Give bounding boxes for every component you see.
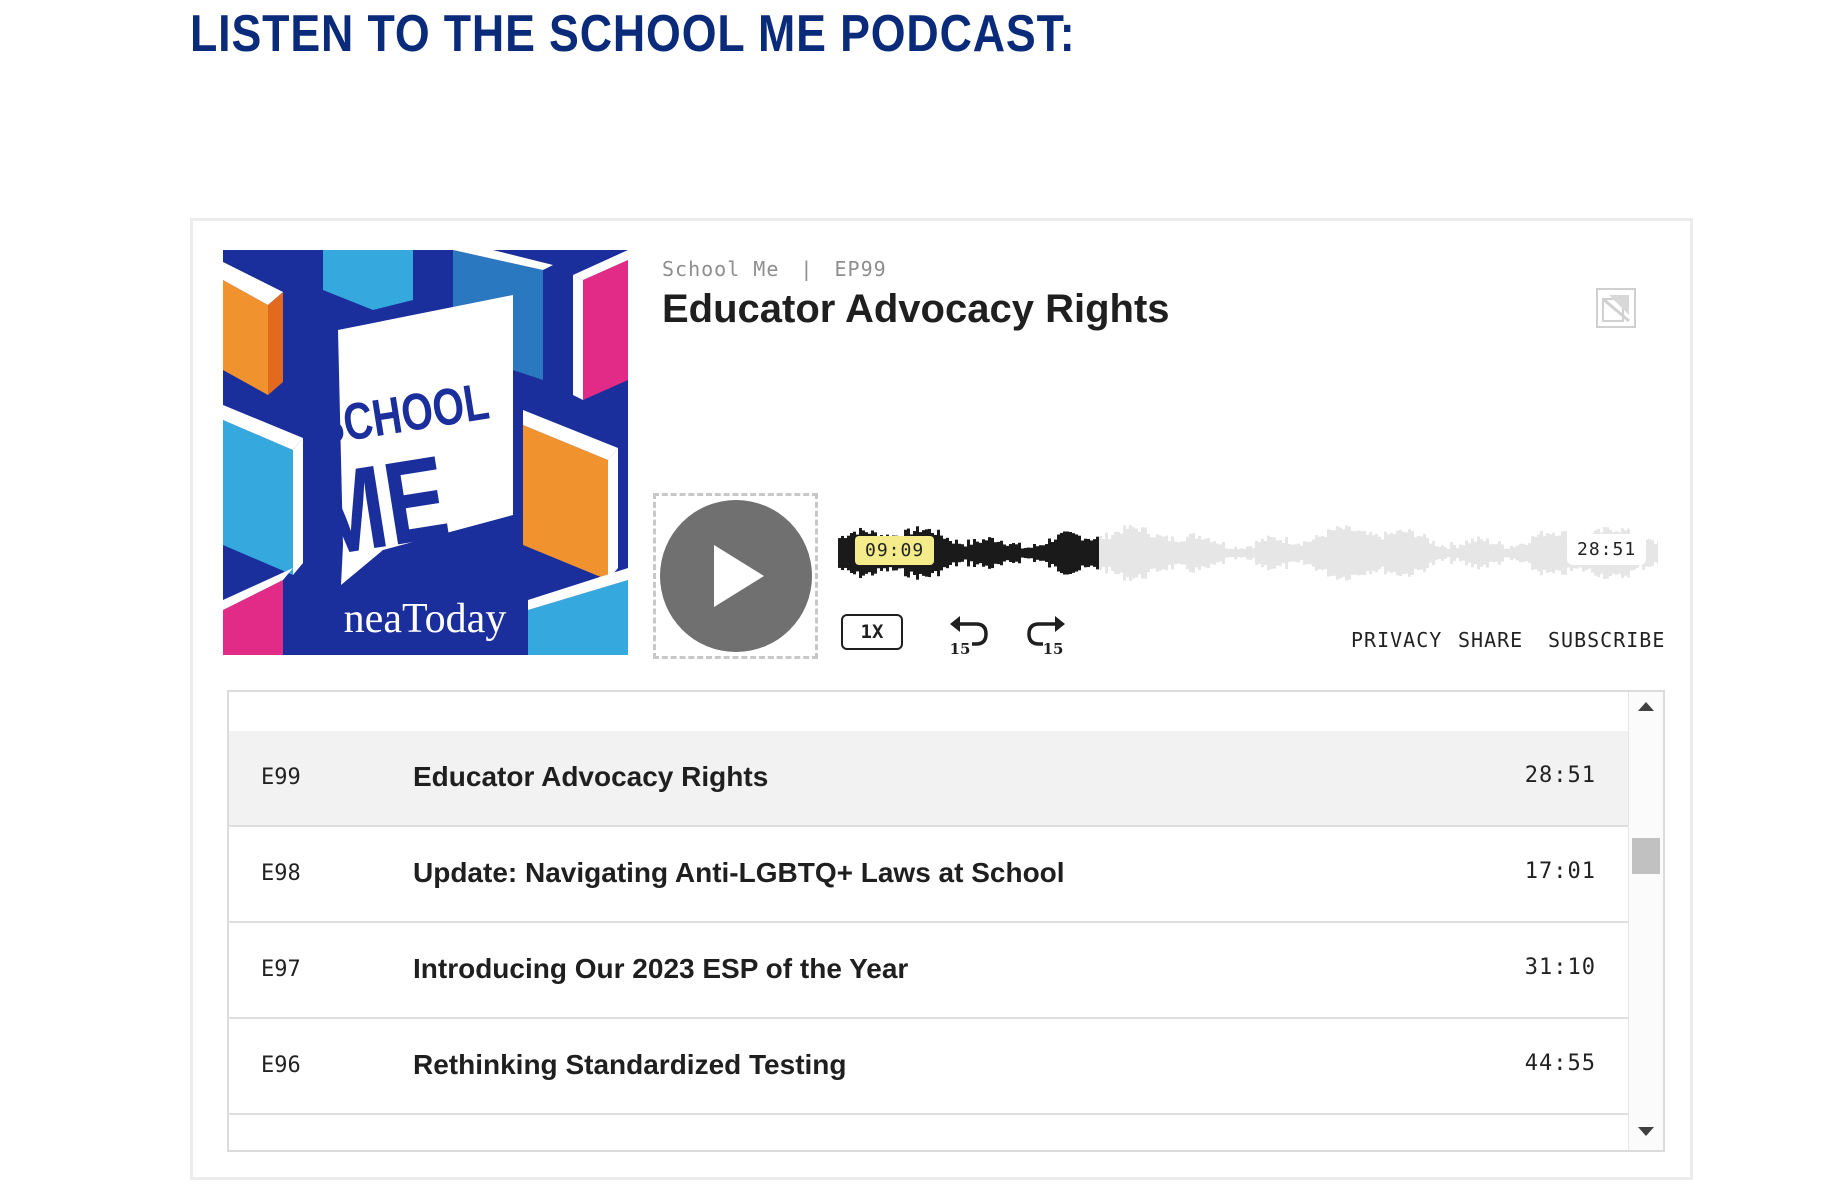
waveform-seek-bar[interactable] [838, 503, 1658, 603]
artwork-brand: neaToday [344, 596, 507, 642]
episode-row[interactable]: E97 Introducing Our 2023 ESP of the Year… [229, 923, 1628, 1019]
skip-back-button[interactable]: 15 [946, 610, 990, 658]
episode-duration: 17:01 [1524, 859, 1596, 884]
show-name: School Me [662, 257, 780, 281]
skip-forward-label: 15 [1043, 640, 1064, 656]
episode-row-title: Introducing Our 2023 ESP of the Year [413, 953, 909, 984]
podcast-player: SCHOOL ME neaToday School Me | EP99 Educ… [190, 218, 1693, 1180]
episode-number: E99 [261, 765, 301, 790]
elapsed-time: 09:09 [855, 536, 935, 565]
episode-number: E97 [261, 957, 301, 982]
book-pink-right [573, 250, 628, 400]
episode-duration: 31:10 [1524, 955, 1596, 980]
episode-meta: School Me | EP99 [662, 257, 887, 281]
episode-row-title: Educator Advocacy Rights [413, 761, 769, 792]
episode-duration: 28:51 [1524, 763, 1596, 788]
episode-row-title: Rethinking Standardized Testing [413, 1049, 847, 1080]
episode-row-title: Update: Navigating Anti-LGBTQ+ Laws at S… [413, 857, 1065, 888]
play-button-focus [653, 493, 818, 659]
episode-number: E98 [261, 861, 301, 886]
episode-number: E96 [261, 1053, 301, 1078]
episode-title: Educator Advocacy Rights [662, 287, 1170, 331]
episode-row[interactable]: E96 Rethinking Standardized Testing 44:5… [229, 1019, 1628, 1115]
privacy-link[interactable]: PRIVACY [1351, 628, 1442, 652]
scrollbar-thumb[interactable] [1632, 838, 1660, 874]
episode-row[interactable]: E99 Educator Advocacy Rights 28:51 [229, 731, 1628, 827]
episode-row[interactable]: E98 Update: Navigating Anti-LGBTQ+ Laws … [229, 827, 1628, 923]
playback-speed-button[interactable]: 1X [841, 614, 903, 650]
podcast-logo-icon[interactable] [1595, 287, 1637, 329]
episode-duration: 44:55 [1524, 1051, 1596, 1076]
episode-list[interactable]: E99 Educator Advocacy Rights 28:51 E98 U… [227, 690, 1665, 1152]
subscribe-link[interactable]: SUBSCRIBE [1548, 628, 1665, 652]
total-time: 28:51 [1567, 534, 1647, 565]
fast-forward-icon: 15 [1027, 616, 1065, 658]
meta-separator: | [800, 257, 814, 281]
artwork-title-line2: ME [300, 431, 457, 583]
list-previous-row-edge [229, 692, 1628, 732]
podcast-artwork: SCHOOL ME neaToday [223, 250, 628, 655]
scroll-down-arrow-icon[interactable] [1638, 1127, 1654, 1136]
play-button[interactable] [659, 500, 812, 652]
episode-list-scrollbar[interactable] [1628, 692, 1663, 1150]
scroll-up-arrow-icon[interactable] [1638, 702, 1654, 711]
rewind-icon: 15 [950, 616, 988, 658]
share-link[interactable]: SHARE [1458, 628, 1523, 652]
page-heading: LISTEN TO THE SCHOOL ME PODCAST: [190, 5, 1076, 63]
episode-code: EP99 [834, 257, 887, 281]
skip-back-label: 15 [950, 640, 971, 656]
skip-forward-button[interactable]: 15 [1025, 610, 1069, 658]
play-icon [713, 545, 764, 607]
